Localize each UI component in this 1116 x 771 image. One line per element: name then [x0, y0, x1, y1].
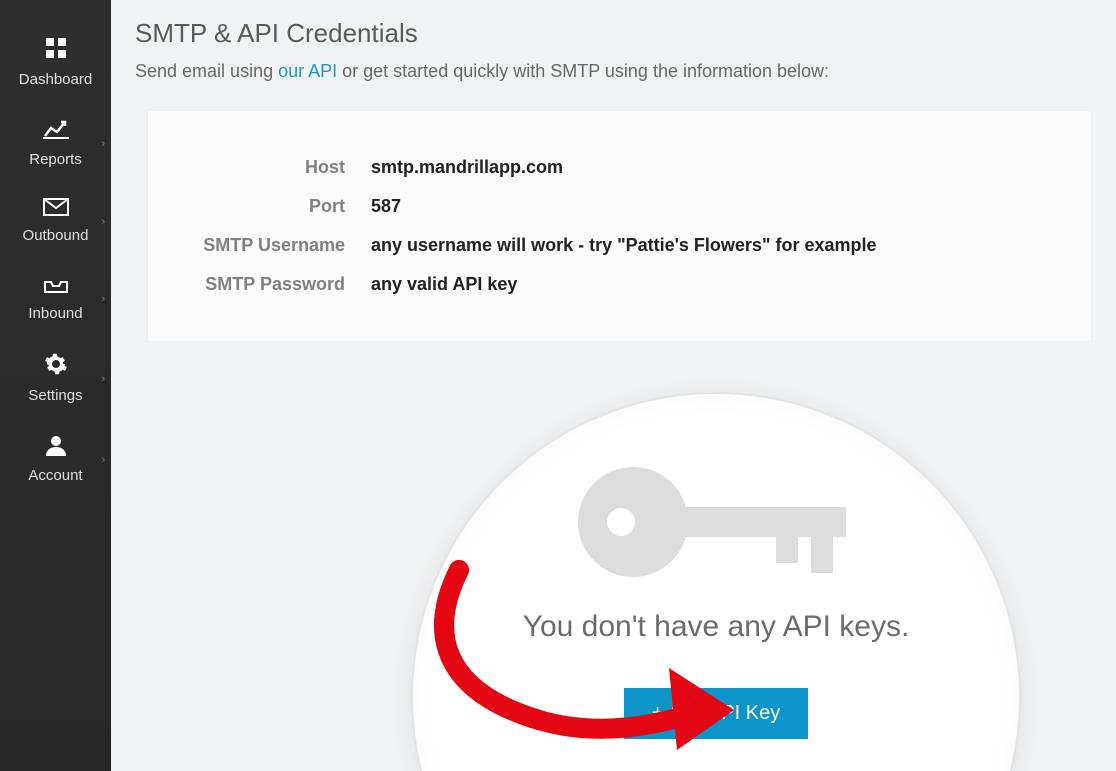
main-content: SMTP & API Credentials Send email using …	[111, 0, 1116, 771]
sidebar-item-label: Dashboard	[19, 71, 92, 88]
page-title: SMTP & API Credentials	[135, 18, 1092, 49]
smtp-row-username: SMTP Username any username will work - t…	[176, 235, 1063, 256]
smtp-card: Host smtp.mandrillapp.com Port 587 SMTP …	[147, 110, 1092, 342]
empty-state-message: You don't have any API keys.	[523, 610, 910, 644]
sidebar-item-account[interactable]: Account ›	[0, 420, 111, 500]
sidebar-item-dashboard[interactable]: Dashboard	[0, 22, 111, 104]
dashboard-icon	[44, 36, 68, 63]
outbound-icon	[43, 198, 69, 219]
account-icon	[45, 434, 67, 459]
smtp-port-label: Port	[176, 196, 371, 217]
smtp-host-label: Host	[176, 157, 371, 178]
sidebar: Dashboard Reports › Outbound › Inbound ›	[0, 0, 111, 771]
sidebar-item-settings[interactable]: Settings ›	[0, 338, 111, 420]
magnify-lens: You don't have any API keys. + Add API K…	[411, 392, 1021, 771]
inbound-icon	[43, 274, 69, 297]
sidebar-item-label: Account	[28, 467, 82, 484]
sidebar-item-label: Inbound	[28, 305, 82, 322]
reports-icon	[43, 118, 69, 143]
key-icon	[571, 452, 861, 592]
api-link[interactable]: our API	[278, 61, 337, 81]
chevron-right-icon: ›	[101, 293, 105, 305]
subhead-post: or get started quickly with SMTP using t…	[337, 61, 829, 81]
chevron-right-icon: ›	[101, 216, 105, 228]
smtp-username-label: SMTP Username	[176, 235, 371, 256]
sidebar-item-inbound[interactable]: Inbound ›	[0, 260, 111, 338]
sidebar-item-label: Reports	[29, 151, 82, 168]
smtp-host-value: smtp.mandrillapp.com	[371, 157, 563, 178]
smtp-port-value: 587	[371, 196, 401, 217]
smtp-password-label: SMTP Password	[176, 274, 371, 295]
sidebar-item-label: Settings	[28, 387, 82, 404]
page-subhead: Send email using our API or get started …	[135, 61, 1092, 82]
smtp-row-host: Host smtp.mandrillapp.com	[176, 157, 1063, 178]
sidebar-item-label: Outbound	[23, 227, 89, 244]
smtp-password-value: any valid API key	[371, 274, 517, 295]
smtp-row-password: SMTP Password any valid API key	[176, 274, 1063, 295]
add-api-key-button[interactable]: + Add API Key	[624, 688, 808, 739]
smtp-username-value: any username will work - try "Pattie's F…	[371, 235, 877, 256]
sidebar-item-reports[interactable]: Reports ›	[0, 104, 111, 184]
subhead-pre: Send email using	[135, 61, 278, 81]
chevron-right-icon: ›	[101, 373, 105, 385]
chevron-right-icon: ›	[101, 454, 105, 466]
smtp-row-port: Port 587	[176, 196, 1063, 217]
gear-icon	[44, 352, 68, 379]
sidebar-item-outbound[interactable]: Outbound ›	[0, 184, 111, 260]
chevron-right-icon: ›	[101, 138, 105, 150]
